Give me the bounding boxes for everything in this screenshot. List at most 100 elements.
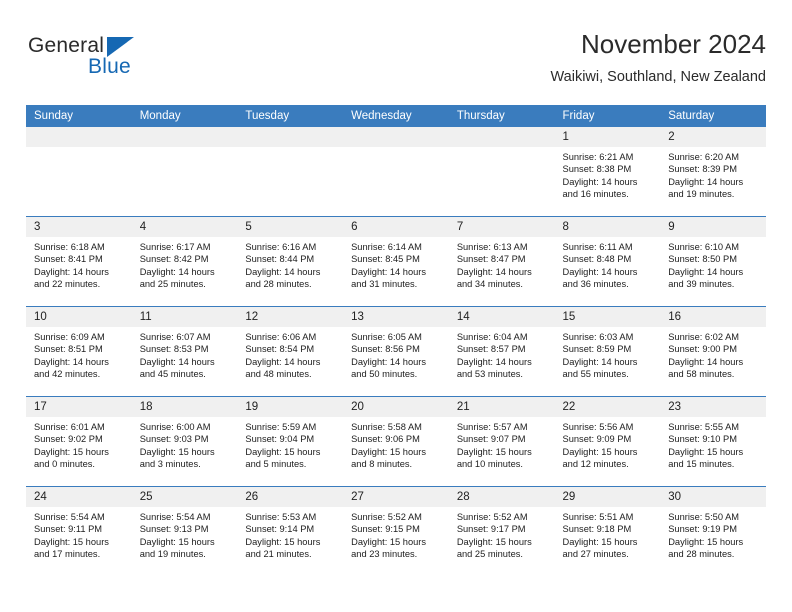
logo-triangle-icon [107, 37, 134, 57]
calendar-day-cell[interactable]: 25 Sunrise: 5:54 AM Sunset: 9:13 PM Dayligh… [131, 486, 238, 576]
daylight-text-line2: and 55 minutes. [562, 369, 629, 380]
day-number [343, 127, 449, 147]
day-number: 9 [660, 217, 766, 237]
calendar-day-cell[interactable]: 21 Sunrise: 5:57 AM Sunset: 9:07 PM Dayligh… [448, 396, 555, 487]
day-details: Sunrise: 6:16 AM Sunset: 8:44 PM Daylight:… [237, 237, 343, 291]
calendar-day-cell[interactable]: 24 Sunrise: 5:54 AM Sunset: 9:11 PM Dayligh… [26, 486, 132, 576]
day-details: Sunrise: 5:55 AM Sunset: 9:10 PM Daylight:… [660, 417, 766, 471]
calendar-cell-empty [448, 127, 555, 217]
sunset-text: Sunset: 9:13 PM [139, 524, 209, 535]
day-number: 7 [448, 217, 555, 237]
day-details: Sunrise: 6:20 AM Sunset: 8:39 PM Daylight:… [660, 147, 766, 201]
daylight-text-line2: and 48 minutes. [245, 369, 312, 380]
day-details: Sunrise: 5:51 AM Sunset: 9:18 PM Daylight:… [555, 507, 661, 561]
daylight-text-line1: Daylight: 14 hours [139, 356, 215, 367]
calendar-day-cell[interactable]: 6 Sunrise: 6:14 AM Sunset: 8:45 PM Daylight… [343, 216, 449, 307]
calendar-day-cell[interactable]: 18 Sunrise: 6:00 AM Sunset: 9:03 PM Dayligh… [131, 396, 238, 487]
sunrise-text: Sunrise: 6:11 AM [562, 242, 633, 252]
calendar-day-cell[interactable]: 2 Sunrise: 6:20 AM Sunset: 8:39 PM Daylight… [660, 127, 766, 217]
calendar-day-cell[interactable]: 11 Sunrise: 6:07 AM Sunset: 8:53 PM Dayligh… [131, 306, 238, 397]
calendar-day-cell[interactable]: 9 Sunrise: 6:10 AM Sunset: 8:50 PM Daylight… [660, 216, 766, 307]
day-details: Sunrise: 6:01 AM Sunset: 9:02 PM Daylight:… [26, 417, 132, 471]
sunset-text: Sunset: 8:54 PM [245, 344, 315, 355]
calendar-day-cell[interactable]: 14 Sunrise: 6:04 AM Sunset: 8:57 PM Dayligh… [448, 306, 555, 397]
daylight-text-line1: Daylight: 14 hours [668, 266, 744, 277]
calendar-cell-empty [131, 127, 238, 217]
calendar-day-cell[interactable]: 12 Sunrise: 6:06 AM Sunset: 8:54 PM Dayligh… [237, 306, 344, 397]
day-details: Sunrise: 6:02 AM Sunset: 9:00 PM Daylight:… [660, 327, 766, 381]
daylight-text-line2: and 22 minutes. [34, 279, 101, 290]
calendar-day-cell[interactable]: 7 Sunrise: 6:13 AM Sunset: 8:47 PM Daylight… [448, 216, 555, 307]
calendar-day-cell[interactable]: 17 Sunrise: 6:01 AM Sunset: 9:02 PM Dayligh… [26, 396, 132, 487]
daylight-text-line1: Daylight: 15 hours [456, 536, 532, 547]
daylight-text-line1: Daylight: 14 hours [139, 266, 215, 277]
calendar-day-cell[interactable]: 27 Sunrise: 5:52 AM Sunset: 9:15 PM Dayligh… [343, 486, 449, 576]
sunset-text: Sunset: 8:53 PM [139, 344, 209, 355]
sunset-text: Sunset: 9:07 PM [456, 434, 526, 445]
calendar-day-cell[interactable]: 1 Sunrise: 6:21 AM Sunset: 8:38 PM Daylight… [554, 127, 661, 217]
calendar-day-cell[interactable]: 5 Sunrise: 6:16 AM Sunset: 8:44 PM Daylight… [237, 216, 344, 307]
day-number: 24 [26, 487, 132, 507]
calendar-day-cell[interactable]: 13 Sunrise: 6:05 AM Sunset: 8:56 PM Dayligh… [343, 306, 449, 397]
day-details [26, 147, 132, 151]
sunrise-text: Sunrise: 5:57 AM [456, 422, 528, 432]
calendar-day-cell[interactable]: 28 Sunrise: 5:52 AM Sunset: 9:17 PM Dayligh… [448, 486, 555, 576]
sunset-text: Sunset: 9:00 PM [668, 344, 737, 355]
calendar-body: 1 Sunrise: 6:21 AM Sunset: 8:38 PM Daylight… [26, 127, 766, 576]
day-details: Sunrise: 5:59 AM Sunset: 9:04 PM Daylight:… [237, 417, 343, 471]
calendar-day-cell[interactable]: 19 Sunrise: 5:59 AM Sunset: 9:04 PM Dayligh… [237, 396, 344, 487]
calendar-day-cell[interactable]: 4 Sunrise: 6:17 AM Sunset: 8:42 PM Daylight… [131, 216, 238, 307]
day-details: Sunrise: 5:54 AM Sunset: 9:11 PM Daylight:… [26, 507, 132, 561]
page-header: General Blue November 2024 Waikiwi, Sout… [26, 28, 766, 98]
calendar-day-cell[interactable]: 26 Sunrise: 5:53 AM Sunset: 9:14 PM Dayligh… [237, 486, 344, 576]
day-number: 12 [237, 307, 344, 327]
sunrise-text: Sunrise: 6:17 AM [139, 242, 211, 252]
day-number: 6 [343, 217, 449, 237]
sunset-text: Sunset: 9:14 PM [245, 524, 315, 535]
day-number [26, 127, 132, 147]
day-number: 21 [448, 397, 555, 417]
sunset-text: Sunset: 8:45 PM [351, 254, 420, 265]
day-details: Sunrise: 5:50 AM Sunset: 9:19 PM Daylight:… [660, 507, 766, 561]
sunset-text: Sunset: 9:15 PM [351, 524, 420, 535]
sunset-text: Sunset: 9:11 PM [34, 524, 103, 535]
general-blue-logo[interactable]: General Blue [26, 34, 246, 90]
sunset-text: Sunset: 9:04 PM [245, 434, 315, 445]
calendar-day-cell[interactable]: 15 Sunrise: 6:03 AM Sunset: 8:59 PM Dayligh… [554, 306, 661, 397]
calendar-page: General Blue November 2024 Waikiwi, Sout… [0, 0, 792, 612]
title-block: November 2024 Waikiwi, Southland, New Ze… [551, 28, 766, 88]
daylight-text-line1: Daylight: 14 hours [562, 266, 638, 277]
daylight-text-line2: and 10 minutes. [456, 459, 523, 470]
daylight-text-line2: and 34 minutes. [456, 279, 523, 290]
daylight-text-line2: and 28 minutes. [245, 279, 312, 290]
calendar-day-cell[interactable]: 3 Sunrise: 6:18 AM Sunset: 8:41 PM Daylight… [26, 216, 132, 307]
sunrise-text: Sunrise: 5:53 AM [245, 512, 317, 522]
calendar-day-cell[interactable]: 23 Sunrise: 5:55 AM Sunset: 9:10 PM Dayligh… [660, 396, 766, 487]
calendar-cell-empty [343, 127, 449, 217]
daylight-text-line1: Daylight: 14 hours [668, 356, 744, 367]
weekday-header-saturday: Saturday [660, 105, 766, 127]
calendar-day-cell[interactable]: 22 Sunrise: 5:56 AM Sunset: 9:09 PM Dayligh… [554, 396, 661, 487]
daylight-text-line2: and 23 minutes. [351, 549, 418, 560]
day-details: Sunrise: 6:06 AM Sunset: 8:54 PM Daylight:… [237, 327, 343, 381]
day-details: Sunrise: 5:52 AM Sunset: 9:15 PM Daylight:… [343, 507, 449, 561]
day-details: Sunrise: 5:52 AM Sunset: 9:17 PM Daylight:… [449, 507, 555, 561]
daylight-text-line1: Daylight: 15 hours [245, 536, 321, 547]
calendar-day-cell[interactable]: 20 Sunrise: 5:58 AM Sunset: 9:06 PM Dayligh… [343, 396, 449, 487]
day-number: 30 [660, 487, 766, 507]
daylight-text-line2: and 16 minutes. [562, 189, 629, 200]
calendar-day-cell[interactable]: 10 Sunrise: 6:09 AM Sunset: 8:51 PM Dayligh… [26, 306, 132, 397]
page-subtitle: Waikiwi, Southland, New Zealand [550, 69, 766, 85]
sunrise-text: Sunrise: 6:01 AM [34, 422, 105, 432]
day-details [237, 147, 343, 151]
day-details: Sunrise: 6:17 AM Sunset: 8:42 PM Daylight:… [132, 237, 238, 291]
daylight-text-line1: Daylight: 14 hours [351, 356, 427, 367]
calendar-day-cell[interactable]: 8 Sunrise: 6:11 AM Sunset: 8:48 PM Daylight… [554, 216, 661, 307]
sunset-text: Sunset: 8:56 PM [351, 344, 420, 355]
calendar-day-cell[interactable]: 16 Sunrise: 6:02 AM Sunset: 9:00 PM Dayligh… [660, 306, 766, 397]
calendar-day-cell[interactable]: 29 Sunrise: 5:51 AM Sunset: 9:18 PM Dayligh… [554, 486, 661, 576]
daylight-text-line1: Daylight: 15 hours [351, 536, 427, 547]
calendar-day-cell[interactable]: 30 Sunrise: 5:50 AM Sunset: 9:19 PM Dayligh… [660, 486, 766, 576]
sunset-text: Sunset: 8:39 PM [668, 164, 737, 175]
day-details: Sunrise: 6:21 AM Sunset: 8:38 PM Daylight:… [555, 147, 661, 201]
